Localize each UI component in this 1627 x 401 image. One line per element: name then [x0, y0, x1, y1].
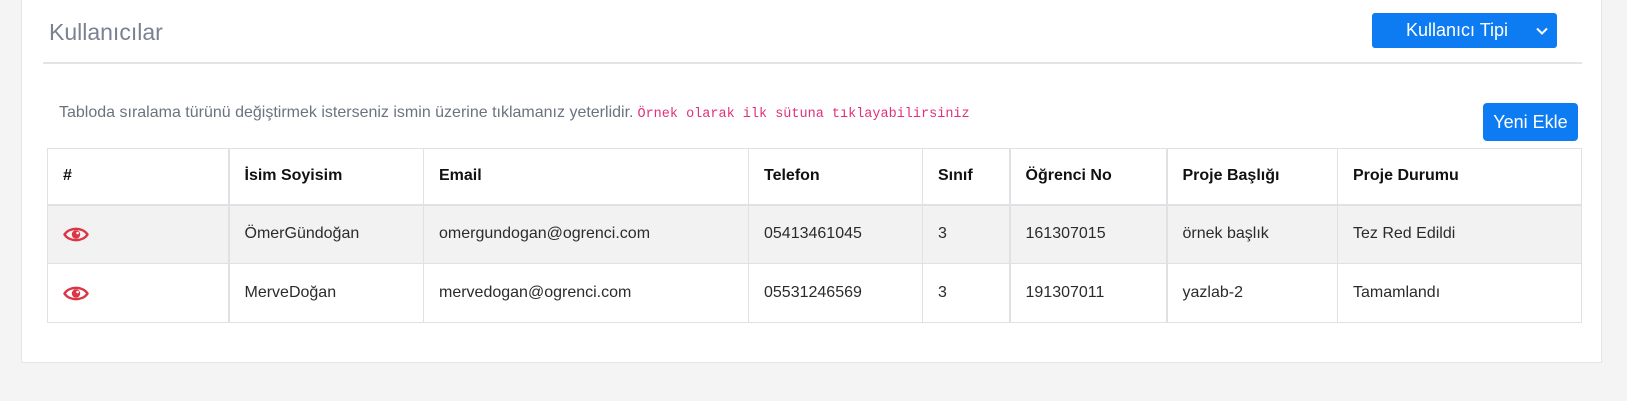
row-view-cell [47, 204, 230, 264]
table-row: ÖmerGündoğan omergundogan@ogrenci.com 05… [47, 204, 1582, 264]
user-type-label: Kullanıcı Tipi [1406, 20, 1509, 40]
card-header: Kullanıcılar Kullanıcı Tipi [22, 0, 1601, 62]
column-header-index[interactable]: # [47, 148, 230, 206]
column-header-project-status[interactable]: Proje Durumu [1337, 148, 1582, 206]
header-divider [43, 62, 1582, 64]
column-header-student-no[interactable]: Öğrenci No [1009, 148, 1168, 206]
cell-phone: 05531246569 [748, 263, 923, 323]
table-header-row: # İsim Soyisim Email Telefon Sınıf Öğren… [47, 148, 1582, 206]
add-new-button[interactable]: Yeni Ekle [1483, 103, 1578, 141]
cell-project-title: örnek başlık [1166, 204, 1338, 264]
column-header-class[interactable]: Sınıf [922, 148, 1011, 206]
cell-email: mervedogan@ogrenci.com [423, 263, 749, 323]
chevron-down-icon [1536, 27, 1548, 35]
cell-name: ÖmerGündoğan [228, 204, 424, 264]
page-title: Kullanıcılar [49, 19, 163, 45]
row-view-cell [47, 263, 230, 323]
column-header-phone[interactable]: Telefon [748, 148, 923, 206]
cell-name: MerveDoğan [228, 263, 424, 323]
cell-project-title: yazlab-2 [1166, 263, 1338, 323]
cell-student-no: 161307015 [1009, 204, 1168, 264]
eye-icon[interactable] [63, 285, 89, 302]
cell-student-no: 191307011 [1009, 263, 1168, 323]
eye-icon[interactable] [63, 226, 89, 243]
users-card: Kullanıcılar Kullanıcı Tipi Tabloda sıra… [21, 0, 1602, 363]
column-header-name[interactable]: İsim Soyisim [228, 148, 424, 206]
cell-class: 3 [922, 204, 1011, 264]
column-header-email[interactable]: Email [423, 148, 749, 206]
cell-email: omergundogan@ogrenci.com [423, 204, 749, 264]
table-row: MerveDoğan mervedogan@ogrenci.com 055312… [47, 263, 1582, 323]
users-table: # İsim Soyisim Email Telefon Sınıf Öğren… [47, 148, 1582, 323]
sort-hint-code: Örnek olarak ilk sütuna tıklayabilirsini… [637, 107, 970, 122]
user-type-dropdown-button[interactable]: Kullanıcı Tipi [1372, 13, 1557, 48]
cell-class: 3 [922, 263, 1011, 323]
cell-phone: 05413461045 [748, 204, 923, 264]
sort-hint-text: Tabloda sıralama türünü değiştirmek iste… [59, 104, 634, 121]
cell-project-status: Tez Red Edildi [1337, 204, 1582, 264]
column-header-project-title[interactable]: Proje Başlığı [1166, 148, 1338, 206]
sort-hint: Tabloda sıralama türünü değiştirmek iste… [59, 104, 970, 122]
cell-project-status: Tamamlandı [1337, 263, 1582, 323]
